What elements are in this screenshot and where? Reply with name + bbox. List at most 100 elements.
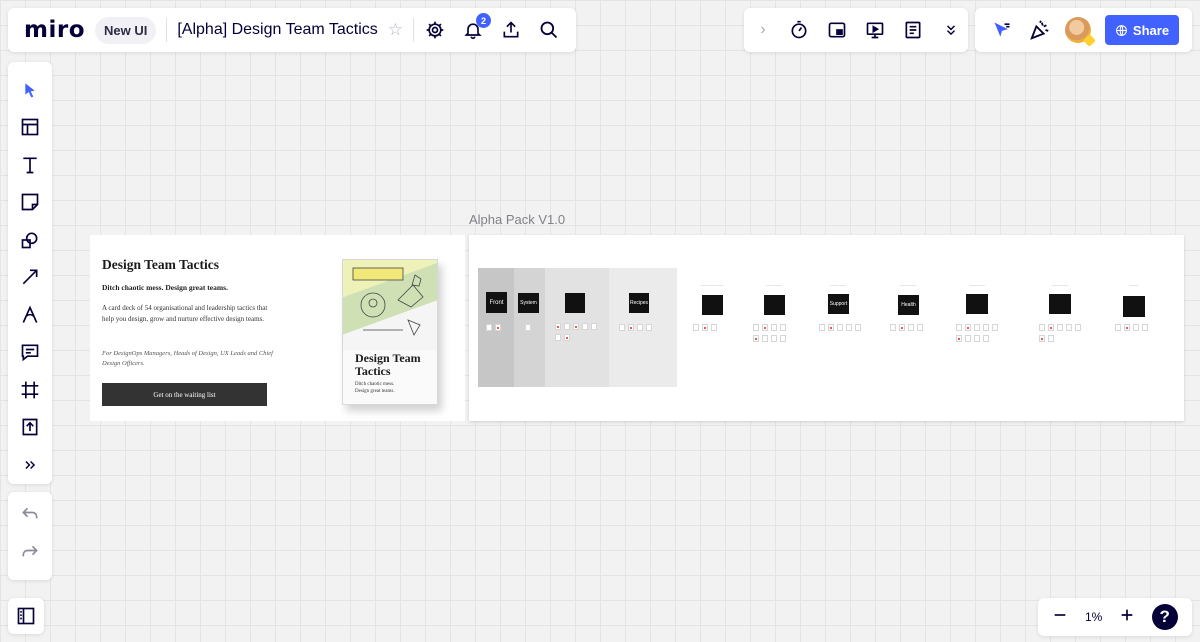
more-tools-icon[interactable] (10, 446, 50, 484)
comment-icon[interactable] (10, 334, 50, 372)
mini-card[interactable] (974, 324, 980, 331)
mini-card[interactable] (965, 324, 971, 331)
mini-card[interactable] (486, 324, 492, 331)
mini-card[interactable] (1133, 324, 1139, 331)
mini-card[interactable] (983, 335, 989, 342)
mini-card[interactable] (573, 323, 579, 330)
mini-card[interactable] (762, 335, 768, 342)
cursor-filter-icon[interactable] (991, 19, 1013, 41)
help-button[interactable]: ? (1151, 604, 1178, 630)
mini-card[interactable] (771, 324, 777, 331)
mini-card[interactable] (564, 334, 570, 341)
mini-card[interactable] (753, 324, 759, 331)
deck-card-health[interactable]: Health (898, 295, 919, 315)
landing-page-card[interactable]: Design Team Tactics Ditch chaotic mess. … (90, 235, 465, 421)
connection-line-icon[interactable] (10, 259, 50, 297)
mini-card[interactable] (983, 324, 989, 331)
notifications-bell-icon[interactable]: 2 (462, 13, 491, 41)
video-chat-icon[interactable] (826, 19, 848, 41)
mini-card[interactable] (555, 323, 561, 330)
settings-gear-icon[interactable] (424, 19, 446, 41)
frame-title[interactable]: Alpha Pack V1.0 (469, 212, 565, 227)
mini-card[interactable] (1066, 324, 1072, 331)
zoom-out-icon[interactable] (1052, 607, 1068, 628)
deck-card[interactable] (764, 295, 785, 315)
mini-card[interactable] (1048, 335, 1054, 342)
deck-card[interactable] (966, 294, 988, 314)
mini-card[interactable] (917, 324, 923, 331)
mini-card[interactable] (956, 324, 962, 331)
mini-card[interactable] (965, 335, 971, 342)
mini-card[interactable] (525, 324, 531, 331)
deck-card[interactable] (565, 293, 585, 313)
mini-card[interactable] (771, 335, 777, 342)
mini-card[interactable] (828, 324, 834, 331)
zoom-level[interactable]: 1% (1085, 610, 1102, 624)
mini-card[interactable] (637, 324, 643, 331)
mini-card[interactable] (495, 324, 501, 331)
mini-card[interactable] (564, 323, 570, 330)
redo-icon[interactable] (20, 543, 40, 568)
chevron-right-icon[interactable]: › (752, 19, 774, 41)
mini-card[interactable] (628, 324, 634, 331)
mini-card[interactable] (646, 324, 652, 331)
mini-card[interactable] (762, 324, 768, 331)
mini-card[interactable] (780, 335, 786, 342)
mini-card[interactable] (819, 324, 825, 331)
mini-card[interactable] (753, 335, 759, 342)
templates-icon[interactable] (10, 109, 50, 147)
deck-card-recipes[interactable]: Recipes (629, 293, 649, 313)
user-avatar[interactable] (1065, 17, 1091, 43)
mini-card[interactable] (1075, 324, 1081, 331)
celebrate-party-icon[interactable] (1029, 19, 1051, 41)
mini-card[interactable] (992, 324, 998, 331)
waiting-list-button[interactable]: Get on the waiting list (102, 383, 267, 406)
mini-card[interactable] (702, 324, 708, 331)
mini-card[interactable] (846, 324, 852, 331)
mini-card[interactable] (1142, 324, 1148, 331)
deck-card-front[interactable]: Front (486, 292, 507, 313)
mini-card[interactable] (555, 334, 561, 341)
select-cursor-icon[interactable] (10, 71, 50, 109)
mini-card[interactable] (974, 335, 980, 342)
deck-card[interactable] (1123, 296, 1145, 317)
miro-logo[interactable]: miro (24, 17, 85, 43)
mini-card[interactable] (1039, 324, 1045, 331)
pen-icon[interactable] (10, 296, 50, 334)
alpha-pack-frame[interactable]: Front System Recipes Support Health —— —… (469, 235, 1184, 421)
mini-card[interactable] (780, 324, 786, 331)
mini-card[interactable] (619, 324, 625, 331)
mini-card[interactable] (711, 324, 717, 331)
mini-card[interactable] (855, 324, 861, 331)
text-tool-icon[interactable] (10, 146, 50, 184)
new-ui-toggle[interactable]: New UI (95, 16, 157, 44)
upload-icon[interactable] (10, 409, 50, 447)
deck-card-support[interactable]: Support (828, 294, 849, 314)
share-button[interactable]: Share (1105, 15, 1179, 45)
mini-card[interactable] (1115, 324, 1121, 331)
mini-card[interactable] (908, 324, 914, 331)
mini-card[interactable] (1048, 324, 1054, 331)
chevrons-down-icon[interactable] (940, 19, 962, 41)
deck-card-system[interactable]: System (518, 293, 539, 313)
deck-card[interactable] (702, 295, 723, 315)
upload-export-icon[interactable] (500, 19, 522, 41)
presentation-icon[interactable] (864, 19, 886, 41)
mini-card[interactable] (591, 323, 597, 330)
search-icon[interactable] (538, 19, 560, 41)
star-icon[interactable]: ☆ (388, 20, 403, 40)
zoom-in-icon[interactable] (1119, 607, 1135, 628)
frame-icon[interactable] (10, 371, 50, 409)
board-title[interactable]: [Alpha] Design Team Tactics (177, 21, 377, 39)
mini-card[interactable] (837, 324, 843, 331)
deck-card[interactable] (1049, 294, 1071, 314)
sticky-note-icon[interactable] (10, 184, 50, 222)
notes-icon[interactable] (902, 19, 924, 41)
mini-card[interactable] (899, 324, 905, 331)
sidebar-toggle-icon[interactable] (8, 598, 44, 634)
mini-card[interactable] (890, 324, 896, 331)
undo-icon[interactable] (20, 505, 40, 530)
timer-icon[interactable] (788, 19, 810, 41)
mini-card[interactable] (693, 324, 699, 331)
mini-card[interactable] (1057, 324, 1063, 331)
